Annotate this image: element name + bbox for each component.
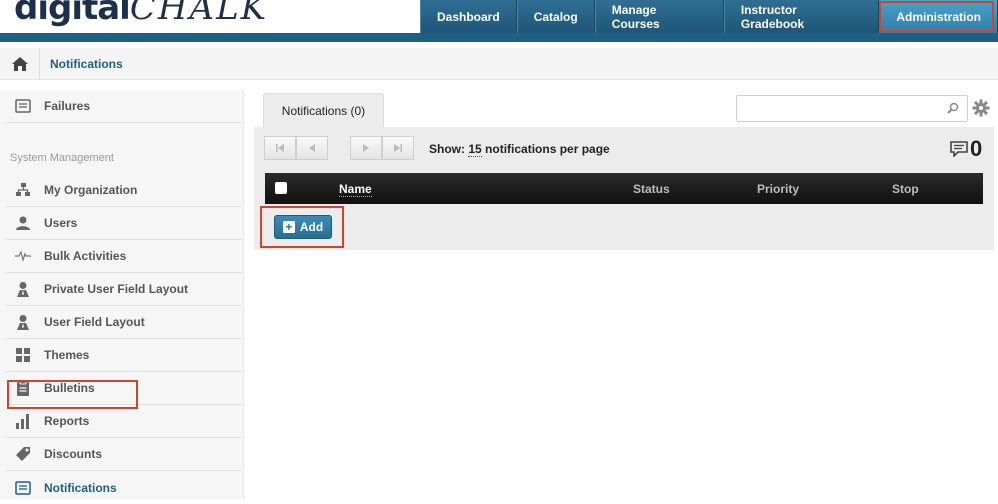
sidebar-item-reports[interactable]: Reports (6, 405, 242, 438)
sidebar-item-label: Private User Field Layout (44, 282, 189, 296)
sidebar-item-bulletins[interactable]: Bulletins (6, 372, 242, 405)
per-page-suffix: notifications per page (485, 142, 610, 156)
sidebar-item-failures[interactable]: Failures (6, 90, 242, 123)
sidebar-item-label: Bulk Activities (44, 249, 127, 263)
tab-notifications[interactable]: Notifications (0) (263, 93, 384, 127)
notification-count: 0 (950, 137, 982, 161)
next-page-icon (363, 144, 369, 152)
clipboard-icon (10, 380, 36, 396)
sidebar-item-users[interactable]: Users (6, 207, 242, 240)
sidebar-item-label: Discounts (44, 447, 103, 461)
prev-page-button[interactable] (296, 136, 328, 160)
sidebar-item-notifications[interactable]: Notifications (6, 471, 242, 504)
sidebar-item-label: Bulletins (44, 381, 95, 395)
per-page-selector: Show: 15 notifications per page (429, 142, 610, 157)
sidebar-item-label: Failures (44, 99, 91, 113)
select-all-checkbox[interactable] (275, 182, 287, 194)
notification-icon (10, 480, 36, 495)
breadcrumb: Notifications (0, 48, 998, 80)
breadcrumb-current[interactable]: Notifications (50, 57, 123, 71)
sidebar-item-private-user-field-layout[interactable]: Private User Field Layout (6, 273, 242, 306)
add-button[interactable]: + Add (274, 215, 332, 239)
column-header-status: Status (633, 182, 670, 196)
column-header-priority: Priority (757, 182, 800, 196)
plus-icon: + (282, 221, 295, 233)
grid-icon (10, 347, 36, 363)
user-icon (10, 215, 36, 231)
column-header-name[interactable]: Name (339, 182, 372, 197)
sidebar-item-label: My Organization (44, 183, 138, 197)
sidebar-item-label: Themes (44, 348, 90, 362)
table-header: Name Status Priority Stop (265, 173, 983, 204)
gear-icon[interactable] (972, 99, 990, 120)
home-icon (11, 57, 28, 71)
sidebar-item-my-organization[interactable]: My Organization (6, 174, 242, 207)
logo-text-chalk: CHALK (129, 0, 269, 28)
main-nav: Dashboard Catalog Manage Courses Instruc… (420, 0, 998, 33)
nav-tab-catalog[interactable]: Catalog (516, 0, 595, 33)
search-icon[interactable] (947, 102, 959, 117)
count-value: 0 (970, 136, 983, 161)
tag-icon (10, 446, 36, 462)
sidebar-item-discounts[interactable]: Discounts (6, 438, 242, 471)
private-user-icon (10, 281, 36, 297)
nav-tab-manage-courses[interactable]: Manage Courses (594, 0, 724, 33)
last-page-button[interactable] (382, 136, 414, 160)
pulse-icon (10, 250, 36, 262)
bar-chart-icon (10, 413, 36, 429)
org-chart-icon (10, 182, 36, 198)
column-header-stop: Stop (892, 182, 919, 196)
notifications-panel: Show: 15 notifications per page 0 Name S… (254, 127, 994, 250)
sidebar-item-label: Notifications (44, 480, 117, 495)
header-divider (0, 33, 998, 42)
nav-tab-instructor-gradebook[interactable]: Instructor Gradebook (723, 0, 880, 33)
nav-tab-dashboard[interactable]: Dashboard (420, 0, 517, 33)
last-page-icon (394, 144, 402, 152)
section-label: System Management (10, 152, 114, 164)
home-button[interactable] (0, 48, 40, 80)
show-label: Show: (429, 142, 465, 156)
logo-text: digital (14, 0, 131, 28)
logo[interactable]: digitalCHALK (14, 0, 268, 28)
search-box (736, 95, 968, 122)
document-list-icon (10, 99, 36, 113)
sidebar-item-themes[interactable]: Themes (6, 339, 242, 372)
pagination (264, 136, 414, 160)
add-button-label: Add (299, 220, 324, 234)
prev-page-icon (309, 144, 315, 152)
nav-tab-administration[interactable]: Administration (879, 0, 998, 33)
sidebar-item-label: User Field Layout (44, 315, 145, 329)
search-input[interactable] (737, 96, 937, 121)
first-page-icon (276, 144, 284, 152)
sidebar-item-label: Users (44, 216, 78, 230)
comment-icon (950, 141, 968, 157)
tab-count: (0) (350, 103, 366, 118)
per-page-value[interactable]: 15 (468, 142, 482, 157)
sidebar-item-label: Reports (44, 414, 90, 428)
user-field-icon (10, 314, 36, 330)
top-header: digitalCHALK Dashboard Catalog Manage Co… (0, 0, 998, 44)
next-page-button[interactable] (350, 136, 382, 160)
sidebar-item-bulk-activities[interactable]: Bulk Activities (6, 240, 242, 273)
sidebar-item-user-field-layout[interactable]: User Field Layout (6, 306, 242, 339)
tab-label: Notifications (281, 103, 348, 118)
first-page-button[interactable] (264, 136, 296, 160)
sidebar: Failures System Management My Organizati… (0, 90, 244, 499)
